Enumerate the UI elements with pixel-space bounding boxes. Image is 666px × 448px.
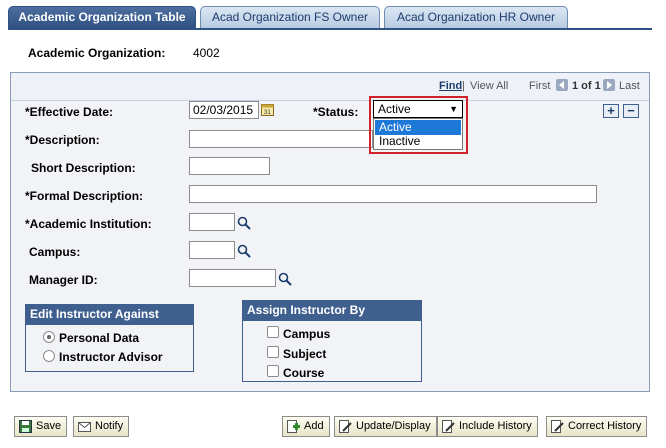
panel-nav-bar <box>11 73 649 101</box>
row-count: 1 of 1 <box>572 80 601 92</box>
edit-instructor-against-title: Edit Instructor Against <box>26 305 193 325</box>
description-input[interactable] <box>189 130 373 148</box>
subject-checkbox-label: Subject <box>283 347 327 361</box>
include-history-button[interactable]: Include History <box>437 416 538 437</box>
next-arrow-icon[interactable] <box>603 79 615 91</box>
notify-icon <box>78 420 91 433</box>
correct-history-icon <box>551 420 564 433</box>
effective-date-input[interactable]: 02/03/2015 <box>189 101 259 119</box>
add-row-button[interactable]: + <box>603 104 619 118</box>
campus-checkbox[interactable] <box>267 326 279 338</box>
campus-lookup-icon[interactable] <box>237 244 251 258</box>
course-checkbox-label: Course <box>283 366 325 380</box>
short-description-label: Short Description: <box>31 161 136 175</box>
personal-data-label: Personal Data <box>59 331 140 345</box>
instructor-advisor-label: Instructor Advisor <box>59 350 163 364</box>
academic-institution-label: *Academic Institution: <box>25 217 152 231</box>
tab-underline <box>8 28 652 30</box>
view-all-link[interactable]: View All <box>470 80 508 92</box>
update-display-button[interactable]: Update/Display <box>334 416 437 437</box>
update-display-icon <box>339 420 352 433</box>
tab-acad-organization-hr-owner[interactable]: Acad Organization HR Owner <box>384 6 568 28</box>
delete-row-button[interactable]: − <box>623 104 639 118</box>
assign-instructor-by-title: Assign Instructor By <box>243 301 421 321</box>
status-label: *Status: <box>313 105 359 119</box>
campus-input[interactable] <box>189 241 235 259</box>
svg-text:31: 31 <box>264 110 271 116</box>
academic-institution-input[interactable] <box>189 213 235 231</box>
correct-history-button[interactable]: Correct History <box>546 416 648 437</box>
tab-academic-organization-table[interactable]: Academic Organization Table <box>8 6 196 28</box>
save-icon <box>19 420 32 433</box>
manager-id-label: Manager ID: <box>29 273 98 287</box>
personal-data-radio[interactable] <box>43 331 55 343</box>
nav-separator: | <box>462 80 465 92</box>
description-label: *Description: <box>25 133 100 147</box>
academic-organization-label: Academic Organization: <box>28 46 166 60</box>
highlight-box <box>369 96 468 154</box>
notify-button[interactable]: Notify <box>73 416 130 437</box>
prev-arrow-icon[interactable] <box>556 79 568 91</box>
manager-id-lookup-icon[interactable] <box>278 272 292 286</box>
course-checkbox[interactable] <box>267 365 279 377</box>
manager-id-input[interactable] <box>189 269 276 287</box>
first-link[interactable]: First <box>529 80 550 92</box>
subject-checkbox[interactable] <box>267 346 279 358</box>
campus-label: Campus: <box>29 245 81 259</box>
instructor-advisor-radio[interactable] <box>43 350 55 362</box>
formal-description-label: *Formal Description: <box>25 189 144 203</box>
short-description-input[interactable] <box>189 157 270 175</box>
academic-institution-lookup-icon[interactable] <box>237 216 251 230</box>
find-link[interactable]: Find <box>439 80 462 92</box>
add-button[interactable]: Add <box>282 416 330 437</box>
campus-checkbox-label: Campus <box>283 327 331 341</box>
save-button[interactable]: Save <box>14 416 68 437</box>
add-icon <box>287 420 300 433</box>
formal-description-input[interactable] <box>189 185 597 203</box>
include-history-icon <box>442 420 455 433</box>
calendar-icon[interactable]: 31 <box>261 103 274 116</box>
last-link[interactable]: Last <box>619 80 640 92</box>
effective-date-label: *Effective Date: <box>25 105 114 119</box>
academic-organization-value: 4002 <box>193 46 220 60</box>
tab-acad-organization-fs-owner[interactable]: Acad Organization FS Owner <box>200 6 380 28</box>
